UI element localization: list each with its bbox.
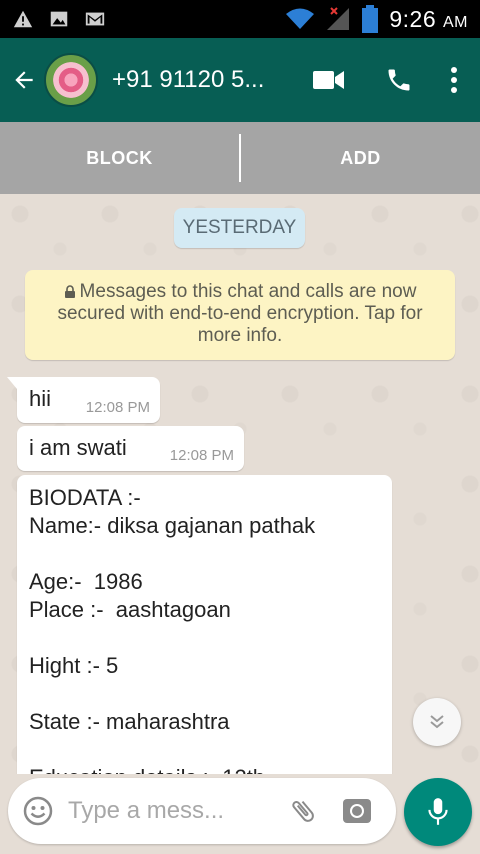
back-arrow-icon [15,71,33,89]
video-call-icon [313,71,344,89]
voice-message-button[interactable] [404,778,472,846]
more-vert-icon [451,67,457,93]
camera-icon [343,799,371,823]
emoji-button[interactable] [8,778,68,844]
wifi-icon [286,8,315,29]
scroll-to-bottom-button[interactable] [413,698,461,746]
message-composer [8,778,396,844]
lock-icon [64,285,75,298]
message-line: State :- maharashtra [29,709,230,734]
message-line [29,540,380,568]
message-time: 12:08 PM [169,447,234,464]
voice-call-button[interactable] [364,38,434,122]
camera-button[interactable] [328,778,386,844]
message-line: BIODATA :- [29,485,141,510]
status-bar: 9:26 AM [0,0,480,38]
message-bubble[interactable]: BIODATA :- Name:- diksa gajanan pathak A… [17,475,392,774]
message-line: Place :- aashtagoan [29,597,231,622]
unknown-contact-bar: BLOCK ADD [0,122,480,194]
date-chip: YESTERDAY [174,208,305,248]
message-text: i am swati [29,435,127,460]
warning-icon [13,10,33,28]
battery-icon [362,5,379,33]
message-bubble[interactable]: hii 12:08 PM [7,377,160,423]
back-button[interactable] [4,38,44,122]
block-button[interactable]: BLOCK [0,148,239,169]
message-line [29,624,380,652]
video-call-button[interactable] [294,38,364,122]
message-line [29,680,380,708]
mic-icon [428,798,448,825]
message-text: hii [29,386,52,411]
message-line: Education details :- 12th [29,764,380,774]
attach-icon [292,800,314,822]
add-contact-button[interactable]: ADD [241,148,480,169]
message-bubble[interactable]: i am swati 12:08 PM [17,426,244,471]
message-line: Age:- 1986 [29,569,143,594]
encryption-notice[interactable]: Messages to this chat and calls are now … [25,270,455,360]
message-list[interactable]: YESTERDAY Messages to this chat and call… [0,194,480,774]
signal-icon [327,7,350,30]
attach-button[interactable] [278,778,328,844]
emoji-icon [23,796,53,826]
phone-icon [388,69,410,91]
contact-name[interactable]: +91 91120 5... [112,66,282,94]
message-line: Name:- diksa gajanan pathak [29,513,316,538]
image-icon [50,11,68,27]
double-chevron-down-icon [430,715,444,729]
message-line: Hight :- 5 [29,653,119,678]
message-input[interactable] [68,797,278,825]
gmail-icon [85,12,105,26]
chat-header: +91 91120 5... [0,38,480,122]
message-time: 12:08 PM [85,399,150,416]
contact-avatar[interactable] [44,53,98,107]
clock: 9:26 AM [389,5,468,32]
more-options-button[interactable] [434,38,474,122]
encryption-notice-text: Messages to this chat and calls are now … [57,281,423,346]
message-line [29,736,380,764]
